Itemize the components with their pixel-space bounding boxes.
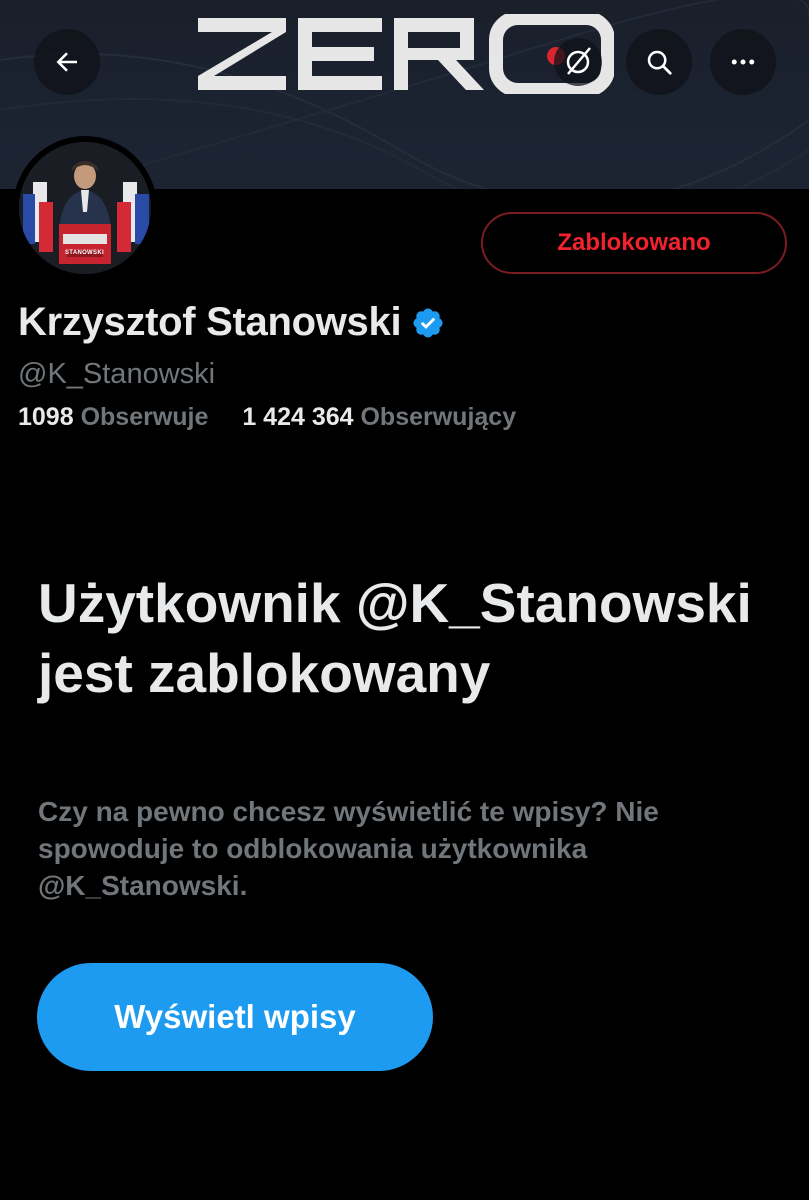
avatar-border: STANOWSKI bbox=[13, 136, 157, 280]
followers-link[interactable]: 1 424 364 Obserwujący bbox=[242, 403, 516, 431]
search-icon bbox=[647, 50, 672, 75]
arrow-left-icon bbox=[56, 52, 77, 72]
avatar-podium-text: STANOWSKI bbox=[65, 250, 104, 256]
blocked-notice-description: Czy na pewno chcesz wyświetlić te wpisy?… bbox=[38, 796, 659, 901]
profile-handle: @K_Stanowski bbox=[18, 358, 216, 390]
avatar[interactable]: STANOWSKI bbox=[19, 142, 151, 274]
more-horizontal-icon bbox=[731, 59, 755, 65]
profile-name-row: Krzysztof Stanowski bbox=[18, 300, 445, 345]
verified-badge-icon[interactable] bbox=[411, 306, 445, 340]
back-button[interactable] bbox=[34, 29, 100, 95]
following-link[interactable]: 1098 Obserwuje bbox=[18, 403, 215, 431]
followers-count: 1 424 364 bbox=[242, 403, 354, 431]
follow-stats: 1098 Obserwuje 1 424 364 Obserwujący bbox=[18, 403, 516, 432]
search-button[interactable] bbox=[626, 29, 692, 95]
following-label: Obserwuje bbox=[80, 403, 209, 431]
blocked-notice-title: Użytkownik @K_Stanowski jest zablokowany bbox=[38, 572, 752, 704]
blocked-button[interactable]: Zablokowano bbox=[481, 212, 787, 274]
view-posts-button[interactable]: Wyświetl wpisy bbox=[37, 963, 433, 1071]
more-options-button[interactable] bbox=[710, 29, 776, 95]
ai-chat-icon[interactable] bbox=[548, 34, 614, 90]
display-name: Krzysztof Stanowski bbox=[18, 300, 402, 344]
following-count: 1098 bbox=[18, 403, 74, 431]
followers-label: Obserwujący bbox=[360, 403, 517, 431]
